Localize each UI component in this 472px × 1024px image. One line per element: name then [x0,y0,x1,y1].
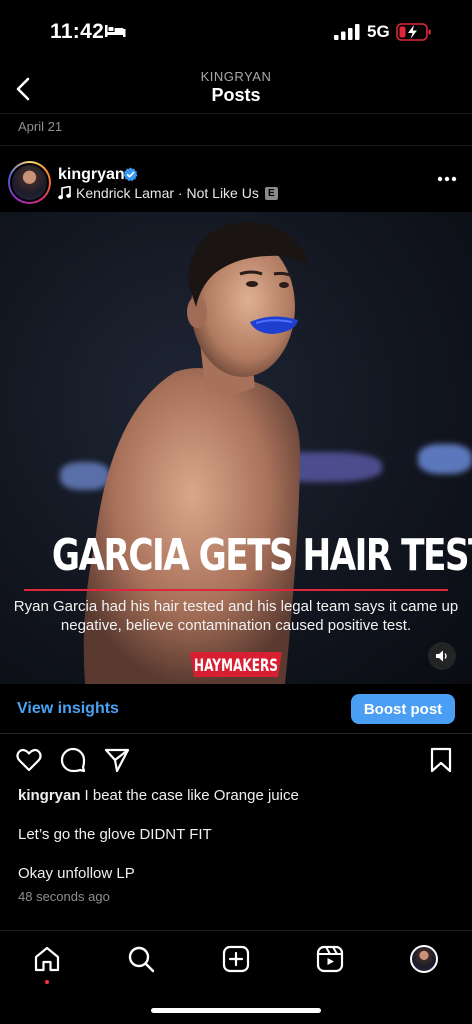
signal-icon [334,24,360,40]
caption-line: Let’s go the glove DIDNT FIT [18,826,212,843]
status-bar: 11:42 5G [0,0,472,62]
date-label: April 21 [18,119,63,134]
post-header: kingryan Kendrick Lamar · Not Like Us E [0,152,472,210]
post-actions [0,742,472,778]
sound-icon [436,650,447,662]
image-headline: GARCIA GETS HAIR TESTED [51,530,472,581]
reels-icon [316,945,344,973]
image-subtext: Ryan Garcia had his hair tested and his … [13,598,459,634]
sound-button[interactable] [428,642,456,670]
comment-icon[interactable] [59,746,87,774]
create-icon [222,945,250,973]
nav-home[interactable] [31,943,63,975]
post-timestamp: 48 seconds ago [18,889,110,904]
post-username[interactable]: kingryan [58,166,125,184]
home-icon [34,946,60,972]
more-options-button[interactable] [436,168,458,190]
search-icon [128,946,155,973]
headline-rule [24,589,448,591]
more-options-icon [437,176,457,182]
view-insights-link[interactable]: View insights [17,700,119,718]
status-time: 11:42 [50,20,105,43]
heart-icon[interactable] [15,746,43,774]
divider [0,145,472,146]
nav-reels[interactable] [314,943,346,975]
caption-line: I beat the case like Orange juice [84,787,299,804]
share-icon[interactable] [103,746,131,774]
music-label: Kendrick Lamar · Not Like Us [76,185,259,201]
avatar[interactable] [8,161,51,204]
boost-post-button[interactable]: Boost post [351,694,455,724]
battery-charging-icon [396,23,431,41]
caption-username[interactable]: kingryan [18,787,81,804]
profile-avatar [410,945,438,973]
network-label: 5G [367,22,390,41]
bed-icon [105,25,126,37]
caption-line: Okay unfollow LP [18,865,135,882]
caption: kingryan I beat the case like Orange juic… [18,787,299,804]
nav-search[interactable] [125,943,157,975]
explicit-badge: E [264,186,278,200]
music-note-icon [58,186,71,200]
page-title: Posts [211,85,261,105]
header-username: KINGRYAN [200,69,272,84]
nav-create[interactable] [220,943,252,975]
insights-row: View insights Boost post [0,686,472,734]
music-link[interactable]: Kendrick Lamar · Not Like Us E [58,185,278,201]
notification-dot [45,980,49,984]
svg-text:HAYMAKERS: HAYMAKERS [194,656,278,676]
nav-profile[interactable] [408,943,440,975]
haymakers-logo: HAYMAKERS [190,652,282,677]
posts-header: KINGRYAN Posts [0,62,472,114]
bookmark-icon[interactable] [427,746,455,774]
home-indicator[interactable] [151,1008,321,1013]
verified-badge-icon [123,167,138,182]
post-image[interactable]: GARCIA GETS HAIR TESTED Ryan Garcia had … [0,212,472,684]
